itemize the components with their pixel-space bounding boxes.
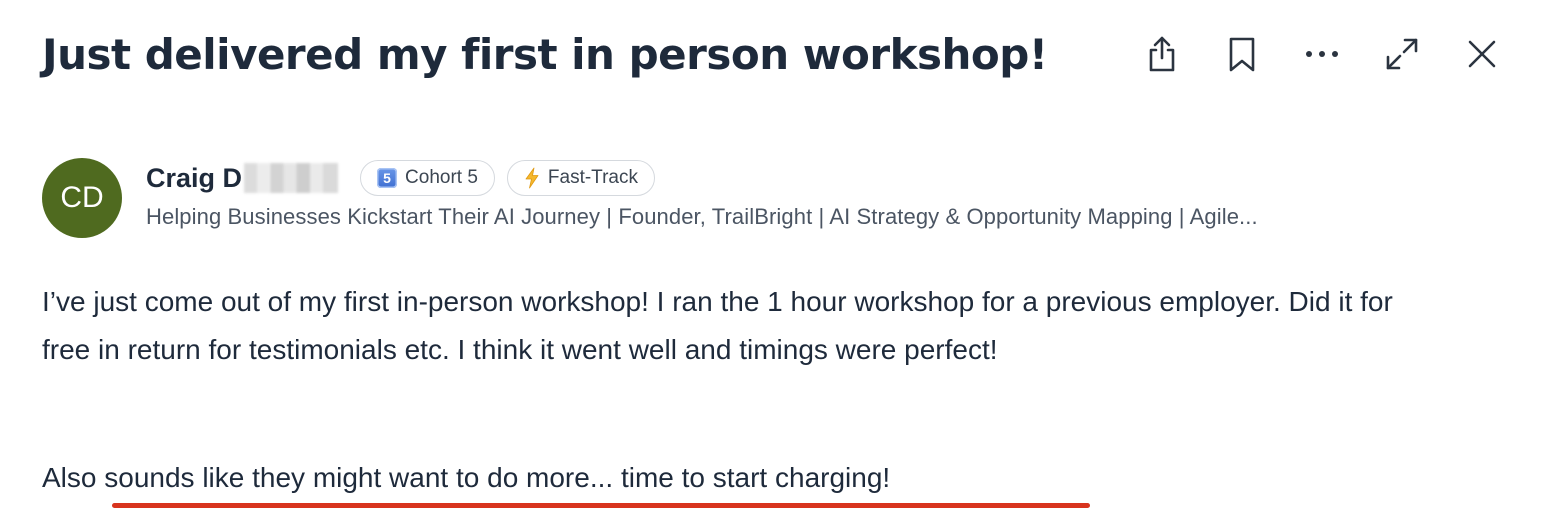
post-title: Just delivered my first in person worksh…: [42, 30, 1048, 79]
share-icon: [1149, 36, 1175, 72]
post-body-paragraph: Also sounds like they might want to do m…: [42, 462, 891, 493]
author-name[interactable]: Craig D: [146, 163, 242, 194]
keycap-5-icon: 5: [377, 168, 398, 188]
fast-track-badge-label: Fast-Track: [547, 167, 638, 188]
post-toolbar: [1140, 30, 1504, 78]
author-name-row: Craig D 5 Cohort 5 Fast-Track: [146, 158, 1258, 198]
annotation-underline: [112, 503, 1090, 508]
more-options-button[interactable]: [1300, 32, 1344, 76]
fast-track-badge: Fast-Track: [506, 160, 655, 196]
cohort-badge-label: Cohort 5: [405, 167, 478, 188]
expand-icon: [1386, 38, 1418, 70]
bookmark-icon: [1229, 37, 1255, 72]
author-block: CD Craig D 5 Cohort 5 Fast-Track Helping…: [42, 158, 1258, 238]
cohort-badge: 5 Cohort 5: [360, 160, 495, 196]
author-info: Craig D 5 Cohort 5 Fast-Track Helping Bu…: [146, 158, 1258, 238]
author-headline: Helping Businesses Kickstart Their AI Jo…: [146, 204, 1258, 229]
avatar[interactable]: CD: [42, 158, 122, 238]
lightning-icon: [524, 167, 540, 189]
post-modal: Just delivered my first in person worksh…: [0, 0, 1544, 532]
redacted-surname: [244, 163, 339, 193]
close-button[interactable]: [1460, 32, 1504, 76]
expand-button[interactable]: [1380, 32, 1424, 76]
post-body-paragraph: I’ve just come out of my first in-person…: [42, 286, 1393, 365]
bookmark-button[interactable]: [1220, 32, 1264, 76]
close-icon: [1468, 40, 1496, 68]
more-icon: [1306, 51, 1338, 57]
share-button[interactable]: [1140, 32, 1184, 76]
